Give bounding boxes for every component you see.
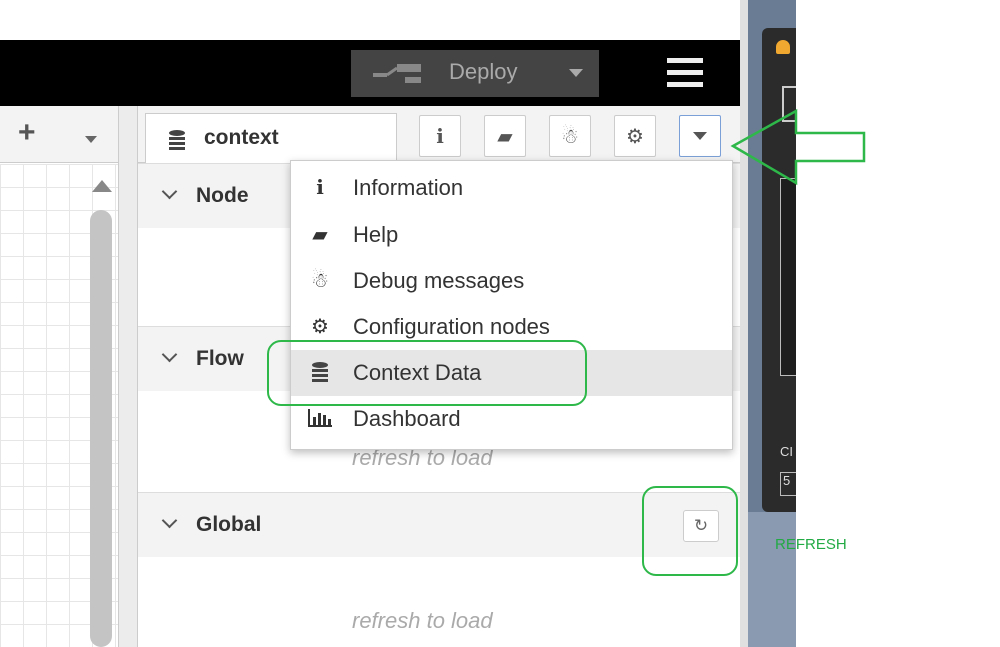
sidebar-dropdown-menu: i Information ▰ Help ☃ Debug messages ⚙ … (290, 160, 733, 450)
info-icon: i (316, 175, 324, 199)
bell-icon (776, 40, 790, 54)
context-data-highlight (267, 340, 587, 406)
sidebar-menu-button[interactable] (679, 115, 721, 157)
arrow-annotation-icon (730, 108, 866, 186)
menu-item-label: Debug messages (353, 268, 525, 293)
tab-context[interactable]: context (145, 113, 397, 164)
book-icon: ▰ (312, 224, 328, 246)
menu-item-help[interactable]: ▰ Help (291, 212, 732, 258)
panel-field: 5 (780, 472, 796, 496)
gear-icon: ⚙ (626, 125, 644, 148)
chevron-down-icon (161, 512, 178, 529)
bar-chart-icon (305, 406, 335, 433)
scroll-up-icon[interactable] (92, 180, 112, 192)
main-menu-icon[interactable] (667, 58, 703, 88)
deploy-icon (373, 64, 421, 83)
bug-icon: ☃ (311, 270, 329, 292)
panel-list (780, 178, 796, 376)
add-flow-icon[interactable]: + (18, 116, 36, 150)
menu-item-debug[interactable]: ☃ Debug messages (291, 258, 732, 304)
menu-item-label: Dashboard (353, 406, 461, 431)
deploy-caret-icon[interactable] (569, 69, 583, 77)
tab-context-label: context (204, 126, 279, 149)
database-icon (169, 130, 185, 150)
menu-item-label: Configuration nodes (353, 314, 550, 339)
panel-label: CI (780, 444, 793, 459)
gear-icon: ⚙ (311, 316, 329, 338)
window-separator (740, 0, 748, 647)
sidebar-divider[interactable] (118, 106, 138, 647)
global-empty-text: refresh to load (352, 608, 493, 633)
caret-down-icon (693, 132, 707, 140)
deploy-button[interactable]: Deploy (351, 50, 599, 97)
info-icon: i (436, 124, 444, 148)
deploy-label: Deploy (449, 59, 518, 84)
book-icon: ▰ (497, 125, 513, 148)
chevron-down-icon (161, 346, 178, 363)
background-window-bottom (748, 512, 796, 647)
menu-item-label: Information (353, 175, 464, 200)
help-tab-button[interactable]: ▰ (484, 115, 526, 157)
workspace-scrollbar[interactable] (90, 210, 112, 647)
flow-list-caret-icon[interactable] (85, 136, 97, 143)
menu-item-label: Help (353, 222, 399, 247)
refresh-note: REFRESH (775, 536, 847, 553)
config-tab-button[interactable]: ⚙ (614, 115, 656, 157)
debug-tab-button[interactable]: ☃ (549, 115, 591, 157)
section-title: Global (196, 513, 262, 536)
chevron-down-icon (161, 183, 178, 200)
info-tab-button[interactable]: i (419, 115, 461, 157)
section-title: Node (196, 184, 249, 207)
bug-icon: ☃ (561, 125, 579, 148)
menu-item-information[interactable]: i Information (291, 165, 732, 211)
section-title: Flow (196, 347, 244, 370)
refresh-highlight (642, 486, 738, 576)
